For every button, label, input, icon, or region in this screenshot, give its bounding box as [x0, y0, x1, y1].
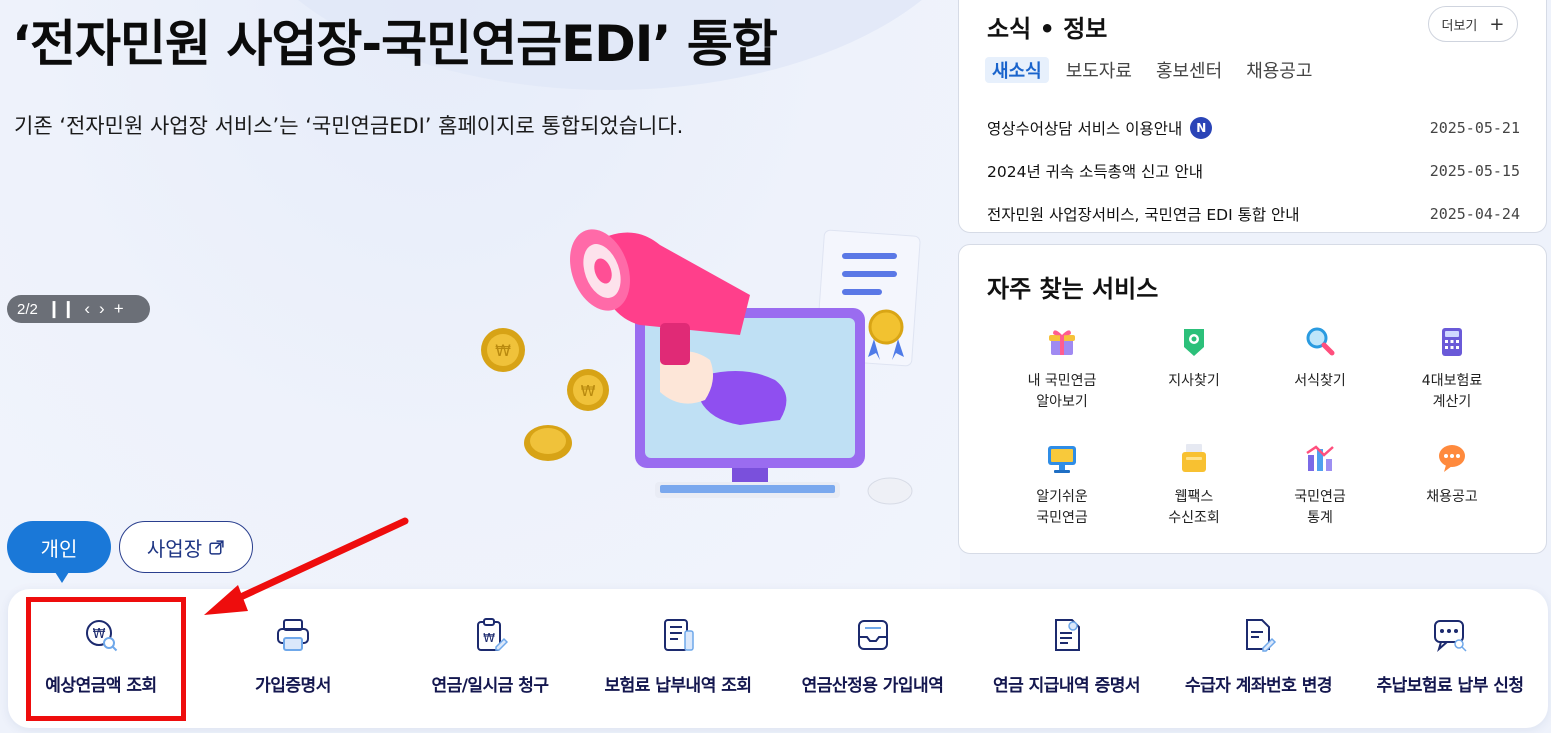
coin-icon: ₩ — [481, 328, 525, 372]
service-label: 서식찾기 — [1294, 373, 1346, 389]
doc-edit-icon — [1245, 619, 1276, 652]
inbox-tray-icon — [857, 620, 888, 650]
quick-menu-label: 보험료 납부내역 조회 — [604, 676, 752, 696]
news-item[interactable]: 전자민원 사업장서비스, 국민연금 EDI 통합 안내 2025-04-24 — [987, 192, 1520, 235]
slide-indicator: 2/2 — [17, 300, 38, 318]
news-item-title: 영상수어상담 서비스 이용안내 — [987, 119, 1183, 138]
services-panel: 자주 찾는 서비스 내 국민연금 알아보기 지사찾기 서식찾기 4대보험료 계산… — [958, 244, 1547, 554]
quick-menu-item-account-change[interactable]: 수급자 계좌번호 변경 — [1176, 589, 1341, 728]
tab-personal[interactable]: 개인 — [7, 521, 111, 583]
quick-menu-item-late-payment[interactable]: 추납보험료 납부 신청 — [1370, 589, 1530, 728]
quick-menu-label: 연금/일시금 청구 — [431, 676, 549, 696]
prev-icon[interactable]: ‹ — [84, 299, 90, 319]
service-label: 웹팩스 수신조회 — [1168, 489, 1220, 526]
tab-personal-label: 개인 — [40, 536, 78, 561]
service-label: 4대보험료 계산기 — [1421, 373, 1483, 410]
monitor-icon — [1048, 446, 1076, 473]
quick-menu-label: 추납보험료 납부 신청 — [1376, 676, 1524, 696]
quick-menu-item-payment-certificate[interactable]: 연금 지급내역 증명서 — [984, 589, 1149, 728]
service-easy-pension[interactable]: 알기쉬운 국민연금 — [1002, 441, 1122, 529]
service-label: 채용공고 — [1426, 489, 1478, 505]
service-my-pension[interactable]: 내 국민연금 알아보기 — [1002, 325, 1122, 413]
news-tabs: 새소식 보도자료 홍보센터 채용공고 — [985, 57, 1329, 83]
map-pin-icon — [1184, 329, 1204, 356]
service-form-finder[interactable]: 서식찾기 — [1260, 325, 1380, 392]
news-item-title: 전자민원 사업장서비스, 국민연금 EDI 통합 안내 — [987, 205, 1300, 224]
news-item-title: 2024년 귀속 소득총액 신고 안내 — [987, 162, 1204, 181]
service-label: 국민연금 통계 — [1294, 489, 1346, 526]
new-badge: N — [1190, 116, 1213, 139]
tab-recruit[interactable]: 채용공고 — [1239, 57, 1319, 83]
tab-promo[interactable]: 홍보센터 — [1149, 57, 1229, 83]
fax-icon — [1182, 444, 1206, 472]
more-button[interactable]: 더보기 + — [1428, 6, 1518, 42]
news-list: 영상수어상담 서비스 이용안내 N 2025-05-21 2024년 귀속 소득… — [987, 106, 1520, 235]
news-item[interactable]: 2024년 귀속 소득총액 신고 안내 2025-05-15 — [987, 149, 1520, 192]
chat-search-icon — [1434, 620, 1467, 652]
service-insurance-calculator[interactable]: 4대보험료 계산기 — [1392, 325, 1512, 413]
certificate-doc-icon — [1054, 619, 1080, 651]
quick-menu-label: 가입증명서 — [255, 676, 331, 696]
clipboard-won-icon: ₩ — [477, 618, 508, 651]
chart-icon — [1306, 445, 1334, 471]
slide-controls: 2/2 ❙❙ ‹ › + — [7, 295, 150, 323]
service-recruit[interactable]: 채용공고 — [1392, 441, 1512, 508]
coin-icon: ₩ — [567, 369, 609, 411]
hero-illustration: ₩ ₩ — [481, 229, 921, 505]
quick-menu-item-claim[interactable]: ₩ 연금/일시금 청구 — [410, 589, 570, 728]
hero-subtitle: 기존 ‘전자민원 사업장 서비스’는 ‘국민연금EDI’ 홈페이지로 통합되었습… — [14, 114, 684, 138]
tab-news[interactable]: 새소식 — [985, 57, 1049, 83]
quick-menu-item-payment-history[interactable]: 보험료 납부내역 조회 — [598, 589, 758, 728]
quick-menu-label: 수급자 계좌번호 변경 — [1184, 676, 1333, 696]
service-label: 지사찾기 — [1168, 373, 1220, 389]
coin-icon — [524, 425, 572, 461]
news-item-date: 2025-05-15 — [1429, 161, 1520, 180]
quick-menu-label: 연금 지급내역 증명서 — [992, 676, 1141, 696]
news-item-date: 2025-04-24 — [1429, 204, 1520, 223]
news-title: 소식 • 정보 — [987, 15, 1108, 43]
services-title: 자주 찾는 서비스 — [987, 275, 1159, 303]
news-item[interactable]: 영상수어상담 서비스 이용안내 N 2025-05-21 — [987, 106, 1520, 149]
quick-menu-label: 연금산정용 가입내역 — [801, 676, 944, 696]
service-webfax[interactable]: 웹팩스 수신조회 — [1134, 441, 1254, 529]
news-item-date: 2025-05-21 — [1429, 118, 1520, 137]
highlight-box — [26, 597, 186, 721]
plus-icon[interactable]: + — [114, 299, 124, 319]
pause-icon[interactable]: ❙❙ — [47, 299, 76, 319]
service-label: 알기쉬운 국민연금 — [1036, 489, 1088, 526]
service-branch-finder[interactable]: 지사찾기 — [1134, 325, 1254, 392]
speech-bubble-icon — [1439, 445, 1465, 472]
news-item-title-wrap: 영상수어상담 서비스 이용안내 N — [987, 116, 1213, 139]
more-button-label: 더보기 — [1441, 18, 1478, 34]
gift-icon — [1049, 330, 1075, 355]
annotation-arrow — [204, 517, 409, 615]
news-panel: 소식 • 정보 더보기 + 새소식 보도자료 홍보센터 채용공고 영상수어상담 … — [958, 0, 1547, 233]
magnifier-icon — [1306, 327, 1335, 356]
svg-text:₩: ₩ — [483, 631, 495, 645]
service-statistics[interactable]: 국민연금 통계 — [1260, 441, 1380, 529]
hero-title: ‘전자민원 사업장-국민연금EDI’ 통합 — [12, 15, 778, 73]
next-icon[interactable]: › — [99, 299, 105, 319]
svg-text:₩: ₩ — [581, 382, 596, 400]
quick-menu-item-enrollment[interactable]: 연금산정용 가입내역 — [790, 589, 955, 728]
plus-icon: + — [1489, 13, 1505, 35]
calculator-icon — [1442, 328, 1462, 356]
svg-text:₩: ₩ — [495, 341, 511, 360]
tab-press[interactable]: 보도자료 — [1059, 57, 1139, 83]
service-label: 내 국민연금 알아보기 — [1027, 373, 1097, 410]
receipt-icon — [664, 619, 694, 651]
